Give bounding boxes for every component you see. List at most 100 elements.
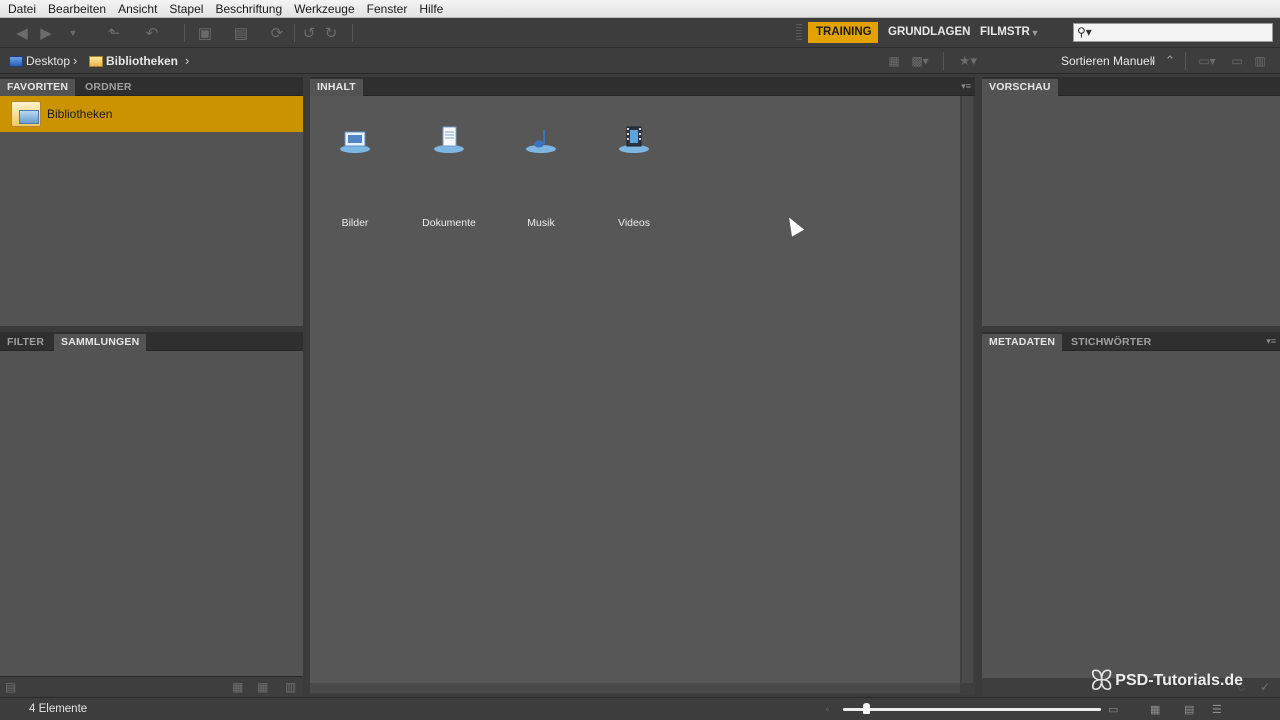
sort-ascending-icon[interactable]: ⌃ xyxy=(1162,51,1178,71)
panel-header: INHALT ▾≡ xyxy=(310,77,975,96)
forward-arrow-icon[interactable]: ▶ xyxy=(36,23,56,43)
watermark: ꕤ PSD-Tutorials.de xyxy=(1090,662,1243,700)
breadcrumb-bibliotheken[interactable]: Bibliotheken xyxy=(89,53,178,69)
videos-library-icon xyxy=(619,126,649,153)
small-thumbnail-icon[interactable]: ▫ xyxy=(826,705,829,714)
new-smart-collection-icon[interactable]: ▤ xyxy=(5,680,16,694)
menu-bearbeiten[interactable]: Bearbeiten xyxy=(42,0,112,18)
open-in-camera-raw-icon[interactable]: ⟳ xyxy=(266,23,288,43)
content-item-videos[interactable]: Videos xyxy=(599,116,669,229)
panel-menu-icon[interactable]: ▾≡ xyxy=(961,81,971,92)
toolbar: ◀ ▶ ▼ ⬑ ↶ ▣ ▤ ⟳ ↺ ↻ TRAINING GRUNDLAGEN … xyxy=(0,18,1280,48)
grid-view-icon[interactable]: ▦ xyxy=(1150,703,1160,716)
content-item-bilder[interactable]: Bilder xyxy=(320,116,390,229)
content-item-dokumente[interactable]: Dokumente xyxy=(414,116,484,229)
folder-icon xyxy=(89,55,103,67)
content-item-musik[interactable]: Musik xyxy=(506,116,576,229)
menu-fenster[interactable]: Fenster xyxy=(361,0,414,18)
tab-inhalt[interactable]: INHALT xyxy=(310,79,363,96)
tab-favoriten[interactable]: FAVORITEN xyxy=(0,79,76,96)
toolbar-separator xyxy=(1185,52,1186,70)
horizontal-scrollbar[interactable] xyxy=(310,683,960,693)
trash-icon[interactable]: ▥ xyxy=(1252,51,1268,71)
music-library-icon xyxy=(526,130,556,153)
delete-collection-icon[interactable]: ▥ xyxy=(285,680,296,694)
toolbar-separator xyxy=(943,52,944,70)
toolbar-separator xyxy=(184,24,185,42)
panel-header: VORSCHAU xyxy=(982,77,1280,96)
search-icon[interactable]: ⚲▾ xyxy=(1077,24,1092,41)
watermark-text: PSD-Tutorials.de xyxy=(1115,672,1244,689)
large-thumbnail-icon[interactable]: ▭ xyxy=(1108,703,1118,716)
chevron-right-icon[interactable]: › xyxy=(185,53,189,69)
content-grid: Bilder Dokumente Musik Videos xyxy=(310,96,960,683)
workspace-grip[interactable] xyxy=(796,24,802,42)
toolbar-separator xyxy=(352,24,353,42)
favorites-panel: FAVORITEN ORDNER Bibliotheken xyxy=(0,77,303,326)
menu-hilfe[interactable]: Hilfe xyxy=(413,0,449,18)
star-filter-icon[interactable]: ★▾ xyxy=(953,51,983,71)
tab-vorschau[interactable]: VORSCHAU xyxy=(982,79,1058,96)
view-options-icon[interactable]: ▩▾ xyxy=(906,51,934,71)
camera-download-icon[interactable]: ▣ xyxy=(194,23,216,43)
thumbnail-size-slider-handle[interactable] xyxy=(862,703,870,714)
workspace-grundlagen-button[interactable]: GRUNDLAGEN xyxy=(880,22,978,43)
panel-header: FAVORITEN ORDNER xyxy=(0,77,303,96)
content-item-label: Musik xyxy=(527,217,555,229)
tab-stichwoerter[interactable]: STICHWÖRTER xyxy=(1064,334,1158,351)
sort-dropdown-icon[interactable]: ▼ xyxy=(1147,51,1157,71)
workspace-training-button[interactable]: TRAINING xyxy=(808,22,878,43)
pictures-library-icon xyxy=(340,131,370,153)
item-count: 4 Elemente xyxy=(29,703,88,715)
workspace-dropdown-icon[interactable]: ▼ xyxy=(1028,23,1042,43)
collections-panel: FILTER SAMMLUNGEN xyxy=(0,332,303,676)
new-folder-icon[interactable]: ▭ xyxy=(1228,51,1246,71)
bridge-window: Datei Bearbeiten Ansicht Stapel Beschrif… xyxy=(0,0,1280,720)
tab-metadaten[interactable]: METADATEN xyxy=(982,334,1063,351)
tab-sammlungen[interactable]: SAMMLUNGEN xyxy=(54,334,147,351)
preview-panel: VORSCHAU xyxy=(982,77,1280,326)
toolbar-separator xyxy=(294,24,295,42)
breadcrumb-label: Bibliotheken xyxy=(106,54,179,68)
menu-ansicht[interactable]: Ansicht xyxy=(112,0,163,18)
details-view-icon[interactable]: ▤ xyxy=(1184,703,1194,716)
sort-dropdown[interactable]: Sortieren Manuell xyxy=(1061,54,1155,68)
path-bar: Desktop › Bibliotheken › ▦ ▩▾ ★▾ Sortier… xyxy=(0,48,1280,74)
list-view-icon[interactable]: ☰ xyxy=(1212,703,1222,716)
new-collection-icon[interactable]: ▦ xyxy=(232,680,243,694)
tab-ordner[interactable]: ORDNER xyxy=(78,79,139,96)
rotate-right-icon[interactable]: ↻ xyxy=(322,23,340,43)
apply-metadata-icon[interactable]: ✓ xyxy=(1260,680,1270,694)
panel-menu-icon[interactable]: ▾≡ xyxy=(1266,336,1276,347)
panel-header: METADATEN STICHWÖRTER ▾≡ xyxy=(982,332,1280,351)
parent-folder-icon[interactable]: ⬑ xyxy=(100,23,128,43)
quality-options-icon[interactable]: ▦ xyxy=(886,51,902,71)
content-panel: INHALT ▾≡ Bilder Dokumente Musik Videos xyxy=(310,77,975,695)
breadcrumb-desktop[interactable]: Desktop xyxy=(9,53,70,69)
menu-werkzeuge[interactable]: Werkzeuge xyxy=(288,0,360,18)
tab-filter[interactable]: FILTER xyxy=(0,334,51,351)
menu-beschriftung[interactable]: Beschriftung xyxy=(209,0,288,18)
search-input[interactable] xyxy=(1094,24,1270,41)
rotate-left-icon[interactable]: ↺ xyxy=(300,23,318,43)
breadcrumb-label: Desktop xyxy=(26,54,71,68)
favorite-item-bibliotheken[interactable]: Bibliotheken xyxy=(0,96,303,132)
vertical-scrollbar[interactable] xyxy=(962,96,973,683)
chevron-right-icon[interactable]: › xyxy=(73,53,77,69)
desktop-icon xyxy=(9,55,23,67)
left-splitter[interactable] xyxy=(303,77,310,697)
new-smart-collection-button-icon[interactable]: ▦ xyxy=(257,680,268,694)
libraries-folder-icon xyxy=(11,101,41,127)
menu-stapel[interactable]: Stapel xyxy=(163,0,209,18)
collections-footer: ▤ ▦ ▦ ▥ xyxy=(0,676,303,696)
boomerang-icon[interactable]: ↶ xyxy=(142,23,162,43)
recent-folders-icon[interactable]: ▭▾ xyxy=(1192,51,1222,71)
right-splitter[interactable] xyxy=(975,77,982,697)
back-arrow-icon[interactable]: ◀ xyxy=(12,23,32,43)
history-dropdown-icon[interactable]: ▼ xyxy=(66,23,80,43)
search-box: ⚲▾ xyxy=(1073,23,1273,42)
refine-icon[interactable]: ▤ xyxy=(226,23,256,43)
thumbnail-size-slider[interactable] xyxy=(843,708,1101,711)
content-item-label: Dokumente xyxy=(422,217,476,229)
menu-datei[interactable]: Datei xyxy=(2,0,42,18)
